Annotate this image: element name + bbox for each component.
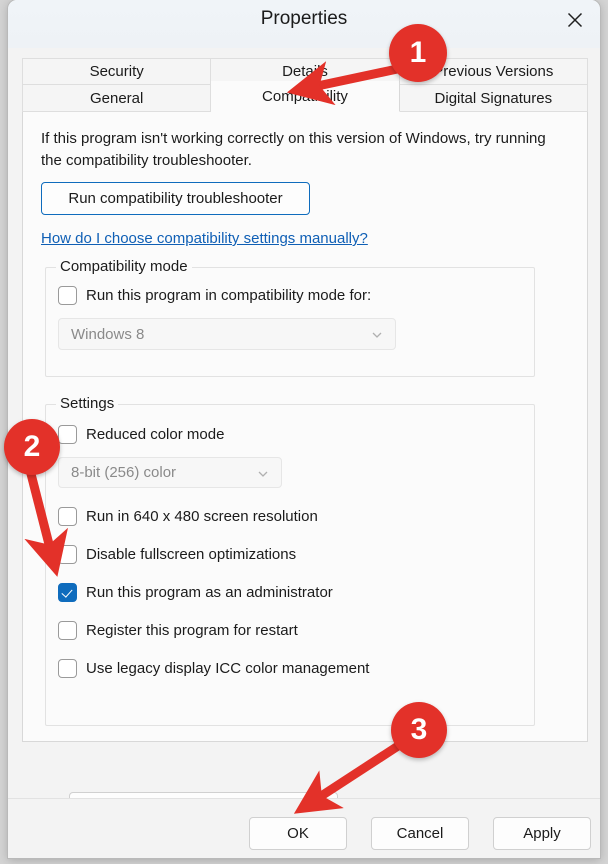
run-in-compatibility-mode-checkbox-row[interactable]: Run this program in compatibility mode f… [58,286,371,305]
run-in-compatibility-mode-checkbox[interactable] [58,286,77,305]
settings-group-label: Settings [56,395,119,412]
compatibility-mode-version-combobox[interactable]: Windows 8 [58,318,396,350]
tab-label: General [89,89,144,107]
tab-previous-versions[interactable]: Previous Versions [399,58,588,85]
apply-button[interactable]: Apply [493,817,591,850]
tab-security[interactable]: Security [22,58,212,85]
window-title: Properties [260,8,348,29]
run-compatibility-troubleshooter-button[interactable]: Run compatibility troubleshooter [41,182,310,215]
compatibility-mode-group-label: Compatibility mode [56,258,192,275]
cancel-button[interactable]: Cancel [371,817,469,850]
chevron-down-icon [257,467,269,479]
reduced-color-mode-checkbox[interactable] [58,425,77,444]
close-icon [567,12,583,28]
compatibility-mode-group: Compatibility mode Run this program in c… [45,258,535,377]
register-for-restart-label: Register this program for restart [86,622,298,639]
run-as-administrator-checkbox[interactable] [58,583,77,602]
compatibility-tab-page: If this program isn't working correctly … [22,112,588,823]
tab-digital-signatures[interactable]: Digital Signatures [399,85,588,112]
tab-general[interactable]: General [22,85,212,112]
run-as-administrator-label: Run this program as an administrator [86,584,333,601]
color-depth-combobox[interactable]: 8-bit (256) color [58,457,282,488]
disable-fullscreen-optimizations-label: Disable fullscreen optimizations [86,546,297,563]
tab-row-2: General Compatibility Digital Signatures [22,81,588,112]
register-for-restart-checkbox[interactable] [58,621,77,640]
tab-label: Compatibility [262,87,348,105]
reduced-color-mode-label: Reduced color mode [86,426,225,443]
tab-label: Details [282,63,328,80]
compatibility-mode-version-value: Windows 8 [71,325,145,343]
run-in-640x480-label: Run in 640 x 480 screen resolution [86,508,318,525]
tab-label: Previous Versions [433,63,554,80]
register-for-restart-checkbox-row[interactable]: Register this program for restart [58,621,298,640]
title-bar: Properties [8,0,600,48]
reduced-color-mode-checkbox-row[interactable]: Reduced color mode [58,425,224,444]
intro-text: If this program isn't working correctly … [41,130,546,169]
run-in-640x480-checkbox-row[interactable]: Run in 640 x 480 screen resolution [58,507,318,526]
ok-button[interactable]: OK [249,817,347,850]
tab-label: Security [89,63,144,80]
chevron-down-icon [371,328,383,340]
tab-label: Digital Signatures [434,89,553,107]
run-in-640x480-checkbox[interactable] [58,507,77,526]
tab-compatibility[interactable]: Compatibility [211,81,400,112]
desktop-backdrop: Properties Security Details Previous Ver… [0,0,608,864]
close-button[interactable] [552,0,598,40]
legacy-icc-color-management-label: Use legacy display ICC color management [86,660,370,677]
disable-fullscreen-optimizations-checkbox-row[interactable]: Disable fullscreen optimizations [58,545,296,564]
tab-strip: Security Details Previous Versions Gener… [22,58,588,112]
properties-dialog: Properties Security Details Previous Ver… [8,0,600,858]
settings-group: Settings Reduced color mode 8-bit (256) … [45,395,535,726]
compatibility-settings-help-link[interactable]: How do I choose compatibility settings m… [41,230,368,247]
legacy-icc-color-management-checkbox[interactable] [58,659,77,678]
run-in-compatibility-mode-label: Run this program in compatibility mode f… [86,287,372,304]
color-depth-value: 8-bit (256) color [71,464,177,481]
disable-fullscreen-optimizations-checkbox[interactable] [58,545,77,564]
legacy-icc-color-management-checkbox-row[interactable]: Use legacy display ICC color management [58,659,369,678]
dialog-footer: OK Cancel Apply [8,798,600,858]
run-as-administrator-checkbox-row[interactable]: Run this program as an administrator [58,583,333,602]
